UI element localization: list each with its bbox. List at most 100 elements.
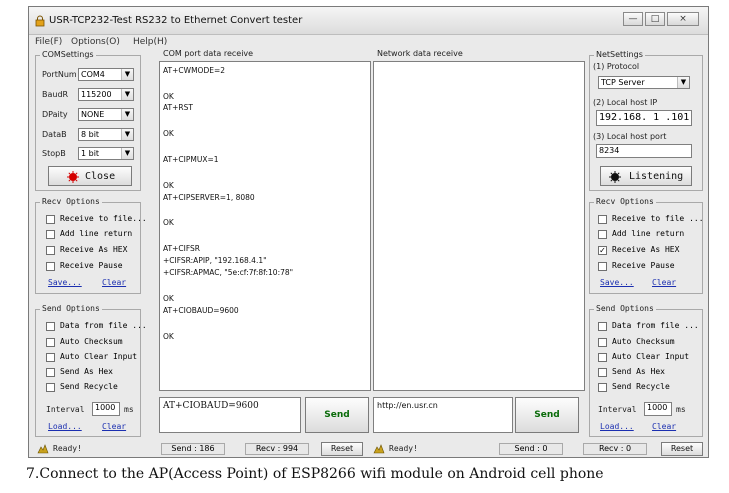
recv-pause-checkbox[interactable]: Receive Pause <box>46 260 141 272</box>
auto-clear-input-checkbox-right[interactable]: Auto Clear Input <box>598 351 702 363</box>
black-status-icon <box>609 171 621 183</box>
recv-pause-label: Receive Pause <box>60 261 123 270</box>
interval-label-right: Interval <box>598 405 637 414</box>
send-recycle-checkbox[interactable]: Send Recycle <box>46 381 141 393</box>
net-receive-area[interactable] <box>373 61 585 391</box>
port-select[interactable]: COM4 ▼ <box>78 68 134 81</box>
com-receive-group: COM port data receive AT+CWMODE=2 OK AT+… <box>157 49 371 393</box>
minimize-button[interactable]: — <box>623 12 643 26</box>
auto-clear-input-label: Auto Clear Input <box>60 352 138 361</box>
load-link[interactable]: Load... <box>48 422 82 431</box>
send-recycle-label-right: Send Recycle <box>612 382 670 391</box>
net-send-button[interactable]: Send <box>515 397 579 433</box>
parity-label: DPaity <box>42 110 68 119</box>
recv-as-hex-checkbox-right[interactable]: ✓ Receive As HEX <box>598 244 702 256</box>
recv-to-file-checkbox[interactable]: Receive to file... <box>46 213 147 225</box>
recv-options-right-title: Recv Options <box>594 197 656 206</box>
com-send-button[interactable]: Send <box>305 397 369 433</box>
add-line-return-checkbox-right[interactable]: Add line return <box>598 228 702 240</box>
send-options-left: Send Options Data from file ... Auto Che… <box>35 304 147 437</box>
checkbox-box <box>598 322 607 331</box>
save-link-right[interactable]: Save... <box>600 278 634 287</box>
port-label: PortNum <box>42 70 77 79</box>
protocol-select[interactable]: TCP Server ▼ <box>598 76 690 89</box>
auto-checksum-label: Auto Checksum <box>60 337 123 346</box>
maximize-button[interactable]: □ <box>645 12 665 26</box>
auto-clear-input-checkbox[interactable]: Auto Clear Input <box>46 351 141 363</box>
baud-select[interactable]: 115200 ▼ <box>78 88 134 101</box>
chevron-down-icon: ▼ <box>121 69 133 80</box>
chevron-down-icon: ▼ <box>121 109 133 120</box>
auto-checksum-checkbox-right[interactable]: Auto Checksum <box>598 336 702 348</box>
databits-select[interactable]: 8 bit ▼ <box>78 128 134 141</box>
app-lock-icon <box>35 15 45 27</box>
net-settings-group: NetSettings (1) Protocol TCP Server ▼ (2… <box>589 50 703 191</box>
com-line: OK <box>163 181 174 190</box>
checkbox-box <box>598 383 607 392</box>
menu-file[interactable]: File(F) <box>35 37 62 47</box>
send-as-hex-checkbox[interactable]: Send As Hex <box>46 366 141 378</box>
stopbits-select[interactable]: 1 bit ▼ <box>78 147 134 160</box>
com-receive-area[interactable]: AT+CWMODE=2 OK AT+RST OK AT+CIPMUX=1 OK … <box>159 61 371 391</box>
send-as-hex-checkbox-right[interactable]: Send As Hex <box>598 366 702 378</box>
menu-help[interactable]: Help(H) <box>133 37 167 47</box>
com-line: OK <box>163 218 174 227</box>
checkbox-box <box>46 353 55 362</box>
recv-options-right: Recv Options Receive to file ... Add lin… <box>589 197 704 294</box>
reset-left-button[interactable]: Reset <box>321 442 363 456</box>
data-from-file-label-right: Data from file ... <box>612 321 699 330</box>
save-link[interactable]: Save... <box>48 278 82 287</box>
host-ip-input[interactable]: 192.168. 1 .101 <box>596 110 692 126</box>
reset-right-button[interactable]: Reset <box>661 442 703 456</box>
figure-caption: 7.Connect to the AP(Access Point) of ESP… <box>26 466 604 482</box>
com-line: AT+CIFSR <box>163 244 201 253</box>
checkbox-box <box>46 262 55 271</box>
clear-recv-link[interactable]: Clear <box>102 278 126 287</box>
baud-value: 115200 <box>81 90 112 99</box>
com-settings-group: COMSettings PortNum COM4 ▼ BaudR 115200 … <box>35 50 141 191</box>
host-ip-label: (2) Local host IP <box>593 98 658 107</box>
parity-value: NONE <box>81 110 105 119</box>
recv-as-hex-label: Receive As HEX <box>60 245 128 254</box>
interval-input[interactable]: 1000 <box>92 402 120 416</box>
com-line: OK <box>163 332 174 341</box>
host-port-input[interactable]: 8234 <box>596 144 692 158</box>
send-as-hex-label: Send As Hex <box>60 367 113 376</box>
com-line: +CIFSR:APMAC, "5e:cf:7f:8f:10:78" <box>163 268 294 277</box>
status-ready-icon <box>37 444 49 454</box>
databits-value: 8 bit <box>81 130 100 139</box>
auto-checksum-checkbox[interactable]: Auto Checksum <box>46 336 141 348</box>
clear-send-link-right[interactable]: Clear <box>652 422 676 431</box>
listening-button[interactable]: Listening <box>600 166 692 186</box>
add-line-return-checkbox[interactable]: Add line return <box>46 228 141 240</box>
checkbox-box <box>46 215 55 224</box>
net-send-text: http://en.usr.cn <box>377 401 438 410</box>
clear-recv-link-right[interactable]: Clear <box>652 278 676 287</box>
checkbox-box <box>598 262 607 271</box>
com-settings-title: COMSettings <box>40 50 96 59</box>
com-send-input[interactable]: AT+CIOBAUD=9600 <box>159 397 301 433</box>
net-send-input[interactable]: http://en.usr.cn <box>373 397 513 433</box>
send-options-left-title: Send Options <box>40 304 102 313</box>
data-from-file-checkbox-right[interactable]: Data from file ... <box>598 320 702 332</box>
recv-pause-label-right: Receive Pause <box>612 261 675 270</box>
clear-send-link[interactable]: Clear <box>102 422 126 431</box>
app-window: USR-TCP232-Test RS232 to Ethernet Conver… <box>28 6 709 458</box>
interval-input-right[interactable]: 1000 <box>644 402 672 416</box>
status-left-send: Send : 186 <box>161 443 225 455</box>
baud-label: BaudR <box>42 90 69 99</box>
com-close-button[interactable]: Close <box>48 166 132 186</box>
send-recycle-checkbox-right[interactable]: Send Recycle <box>598 381 702 393</box>
recv-pause-checkbox-right[interactable]: Receive Pause <box>598 260 702 272</box>
recv-as-hex-checkbox[interactable]: Receive As HEX <box>46 244 141 256</box>
parity-select[interactable]: NONE ▼ <box>78 108 134 121</box>
close-window-button[interactable]: × <box>667 12 699 26</box>
load-link-right[interactable]: Load... <box>600 422 634 431</box>
send-options-right-title: Send Options <box>594 304 656 313</box>
checkbox-box <box>46 230 55 239</box>
com-close-label: Close <box>85 171 116 182</box>
recv-to-file-checkbox-right[interactable]: Receive to file ... <box>598 213 704 225</box>
menu-options[interactable]: Options(O) <box>71 37 120 47</box>
data-from-file-checkbox[interactable]: Data from file ... <box>46 320 147 332</box>
recv-options-left: Recv Options Receive to file... Add line… <box>35 197 147 294</box>
